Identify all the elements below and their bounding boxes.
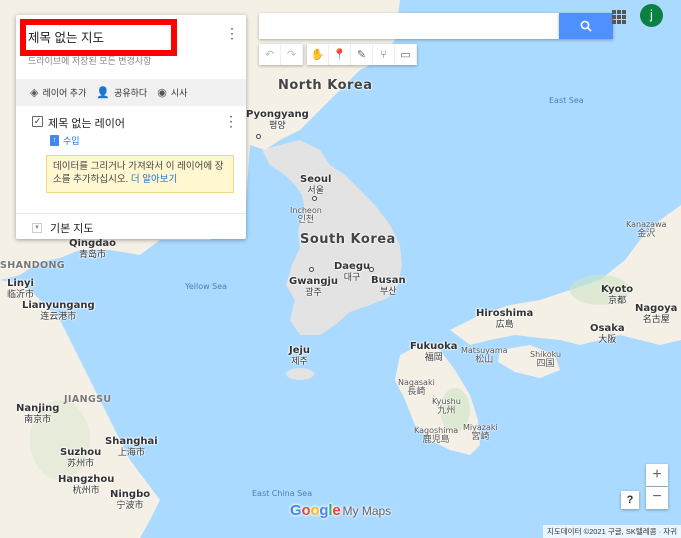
- city-label-suzhou: Suzhou 苏州市: [60, 447, 102, 469]
- base-map-label: 기본 지도: [50, 223, 94, 235]
- city-label-miyazaki: Miyazaki 宮崎: [463, 423, 498, 443]
- history-tools: ↶ ↷: [259, 44, 303, 65]
- add-marker-icon[interactable]: 📍: [329, 44, 351, 65]
- city-label-gwangju: Gwangju 광주: [289, 276, 339, 298]
- share-button[interactable]: 👤 공유하다: [96, 86, 147, 99]
- layer-row: ✓ 제목 없는 레이어 ⋮: [16, 113, 246, 133]
- city-label-hiroshima: Hiroshima 広島: [476, 308, 534, 330]
- city-label-kagoshima: Kagoshima 鹿児島: [414, 426, 459, 446]
- city-marker-pyongyang: [256, 134, 261, 139]
- search-box: [259, 13, 559, 39]
- city-label-nagoya: Nagoya 名古屋: [635, 303, 678, 325]
- zoom-out-button[interactable]: −: [646, 487, 668, 509]
- my-maps-logo-text: My Maps: [342, 504, 392, 518]
- city-label-ningbo: Ningbo 宁波市: [110, 489, 151, 511]
- search-icon: [580, 20, 592, 32]
- directions-icon[interactable]: ⑂: [373, 44, 395, 65]
- city-label-shikoku: Shikoku 四国: [530, 350, 562, 370]
- city-label-hangzhou: Hangzhou 杭州市: [58, 474, 115, 496]
- add-person-icon: 👤: [96, 87, 111, 99]
- sea-label-east-sea: East Sea: [549, 96, 584, 105]
- city-label-nagasaki: Nagasaki 長崎: [398, 378, 435, 398]
- map-attribution: 지도데이터 ©2021 구글, SK텔레콤 · 자귀: [542, 525, 681, 538]
- city-label-shanghai: Shanghai 上海市: [105, 436, 158, 458]
- city-label-qingdao: Qingdao 青岛市: [69, 238, 116, 260]
- layer-name[interactable]: 제목 없는 레이어: [48, 115, 125, 131]
- import-link[interactable]: ↑ 수입: [50, 134, 80, 147]
- apps-grid-icon[interactable]: [612, 10, 626, 24]
- base-map-row[interactable]: ▼ 기본 지도: [16, 213, 246, 239]
- city-label-linyi: Linyi 临沂市: [7, 278, 35, 300]
- layer-options-icon[interactable]: ⋮: [224, 113, 238, 130]
- hand-pan-icon[interactable]: ✋: [307, 44, 329, 65]
- measure-ruler-icon[interactable]: ▭: [395, 44, 417, 65]
- city-label-lianyungang: Lianyungang 连云港市: [22, 300, 95, 322]
- sea-label-east-china-sea: East China Sea: [252, 489, 313, 498]
- avatar[interactable]: j: [640, 4, 663, 27]
- redo-icon[interactable]: ↷: [281, 44, 303, 65]
- add-layer-label: 레이어 추가: [42, 88, 87, 98]
- city-marker-seoul: [312, 196, 317, 201]
- country-label-south-korea: South Korea: [300, 232, 396, 247]
- city-label-incheon: Incheon 인천: [290, 206, 322, 226]
- search-button[interactable]: [559, 13, 613, 39]
- add-layer-button[interactable]: ◈ 레이어 추가: [30, 86, 86, 99]
- eye-icon: ◉: [157, 87, 167, 99]
- region-label-shandong: SHANDONG: [0, 260, 66, 271]
- city-label-busan: Busan 부산: [371, 275, 406, 297]
- import-label: 수입: [63, 136, 80, 146]
- sea-label-yellow-sea: Yellow Sea: [185, 282, 228, 291]
- city-label-matsuyama: Matsuyama 松山: [461, 346, 508, 366]
- city-marker-daegu: [369, 267, 374, 272]
- google-logo-text: Google: [290, 502, 341, 519]
- city-label-jeju: Jeju 제주: [289, 345, 311, 367]
- city-label-nanjing: Nanjing 南京市: [16, 403, 60, 425]
- drawing-toolbar: ↶ ↷ ✋ 📍 ✎ ⑂ ▭: [259, 44, 417, 65]
- city-label-osaka: Osaka 大阪: [590, 323, 625, 345]
- preview-label: 시사: [170, 88, 188, 98]
- undo-icon[interactable]: ↶: [259, 44, 281, 65]
- city-label-daegu: Daegu 대구: [334, 261, 371, 283]
- zoom-in-button[interactable]: +: [646, 464, 668, 486]
- learn-more-link[interactable]: 더 알아보기: [131, 174, 177, 185]
- city-label-fukuoka: Fukuoka 福岡: [410, 341, 458, 363]
- city-marker-gwangju: [309, 267, 314, 272]
- search-input[interactable]: [259, 13, 559, 39]
- edit-tools: ✋ 📍 ✎ ⑂ ▭: [307, 44, 417, 65]
- map-description[interactable]: 드라이브에 저장된 모든 변경사항: [28, 54, 151, 67]
- panel-toolbar: ◈ 레이어 추가 👤 공유하다 ◉ 시사: [16, 79, 246, 106]
- google-my-maps-logo: Google My Maps: [290, 502, 391, 519]
- region-label-jiangsu: JIANGSU: [64, 394, 112, 405]
- layers-icon: ◈: [30, 87, 39, 99]
- city-label-kanazawa: Kanazawa 金沢: [626, 220, 667, 240]
- map-side-panel: 제목 없는 지도 ⋮ 드라이브에 저장된 모든 변경사항 ◈ 레이어 추가 👤 …: [16, 15, 246, 239]
- draw-line-icon[interactable]: ✎: [351, 44, 373, 65]
- import-file-icon: ↑: [50, 135, 59, 146]
- more-options-icon[interactable]: ⋮: [224, 24, 240, 42]
- city-label-kyoto: Kyoto 京都: [601, 284, 634, 306]
- city-label-pyongyang: Pyongyang 평양: [246, 109, 309, 131]
- share-label: 공유하다: [114, 88, 148, 98]
- country-label-north-korea: North Korea: [278, 78, 373, 93]
- city-label-seoul: Seoul 서울: [300, 174, 332, 196]
- preview-button[interactable]: ◉ 시사: [157, 86, 187, 99]
- layer-visibility-checkbox[interactable]: ✓: [32, 116, 43, 127]
- layer-hint-box: 데이터를 그리거나 가져와서 이 레이어에 장소를 추가하십시오. 더 알아보기: [46, 155, 234, 193]
- base-map-expand-icon[interactable]: ▼: [32, 223, 42, 233]
- help-button[interactable]: ?: [621, 491, 639, 509]
- city-label-kyushu: Kyushu 九州: [432, 397, 461, 417]
- map-title[interactable]: 제목 없는 지도: [28, 27, 104, 46]
